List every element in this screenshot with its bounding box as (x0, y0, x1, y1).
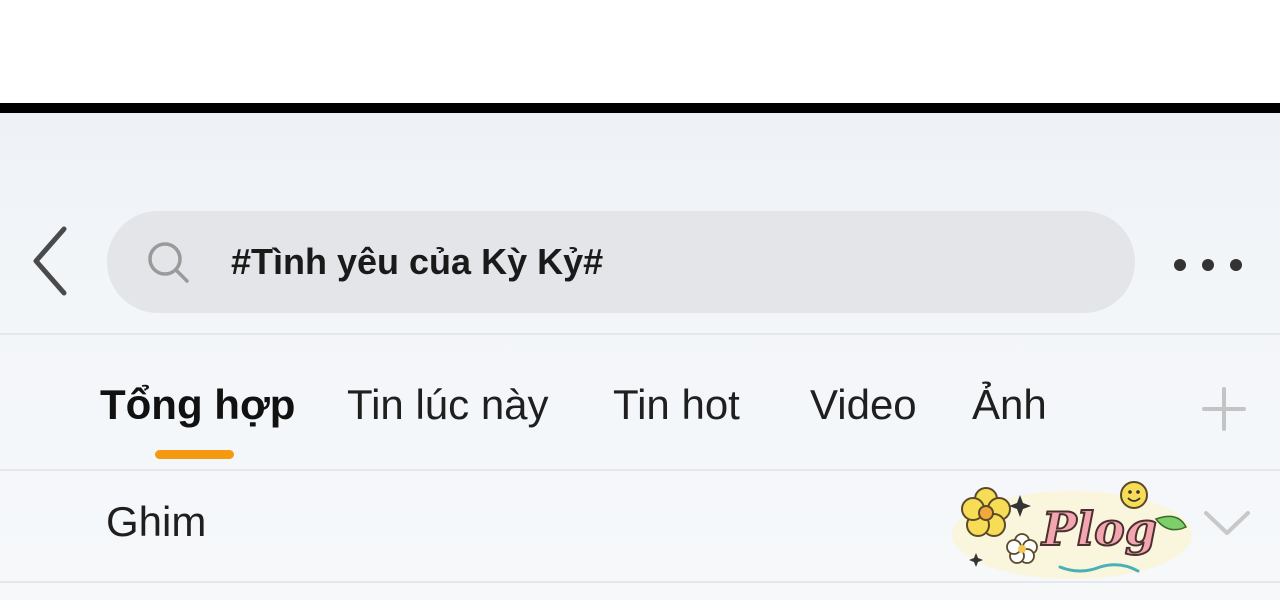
pinned-divider (0, 581, 1280, 583)
pinned-label: Ghim (106, 498, 207, 545)
tab-anh[interactable]: Ảnh (972, 369, 1047, 441)
tab-tong-hop[interactable]: Tổng hợp (100, 369, 295, 441)
expand-button[interactable] (1200, 503, 1254, 543)
app-view: #Tình yêu của Kỳ Kỷ# Tổng hợp Tin lúc nà… (0, 113, 1280, 600)
chevron-down-icon (1204, 511, 1250, 535)
tabs-divider (0, 469, 1280, 471)
plog-sticker: Plog (952, 481, 1192, 579)
back-button[interactable] (28, 225, 72, 297)
more-dots-icon (1174, 259, 1242, 271)
flower-sticker (961, 487, 1011, 537)
search-bar[interactable]: #Tình yêu của Kỳ Kỷ# (107, 211, 1135, 313)
top-border-bar (0, 103, 1280, 113)
tab-tin-luc-nay[interactable]: Tin lúc này (347, 369, 549, 441)
search-icon (148, 242, 189, 283)
add-tab-button[interactable] (1200, 385, 1248, 433)
more-button[interactable] (1168, 249, 1248, 281)
plus-icon (1202, 387, 1246, 431)
active-tab-indicator (155, 450, 234, 459)
chevron-left-icon (33, 226, 67, 296)
tab-tin-hot[interactable]: Tin hot (613, 369, 740, 441)
screen: #Tình yêu của Kỳ Kỷ# Tổng hợp Tin lúc nà… (0, 0, 1280, 600)
svg-text:Plog: Plog (1040, 502, 1157, 556)
top-blank-area (0, 0, 1280, 103)
header-divider (0, 333, 1280, 335)
tab-video[interactable]: Video (810, 369, 917, 441)
search-query[interactable]: #Tình yêu của Kỳ Kỷ# (231, 211, 603, 313)
